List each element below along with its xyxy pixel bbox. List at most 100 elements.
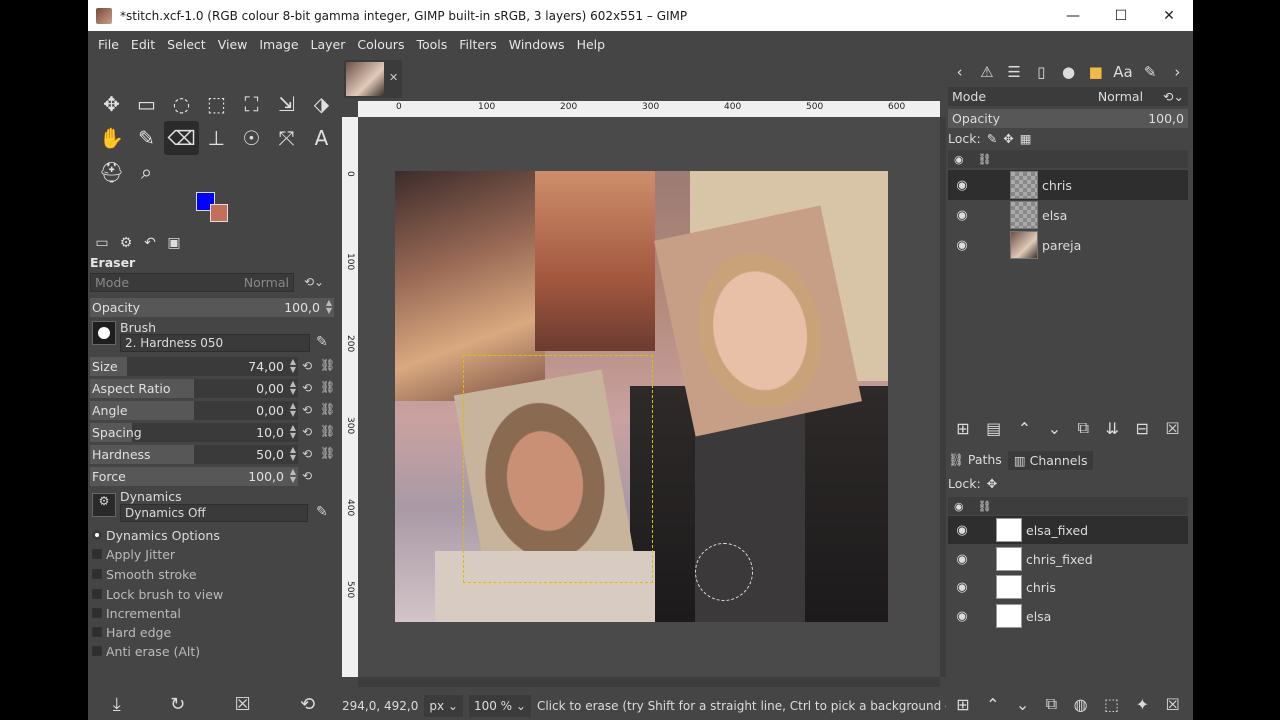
unit-select[interactable]: px ⌄	[424, 694, 463, 717]
menu-edit[interactable]: Edit	[125, 37, 161, 52]
undo-history-tab-icon[interactable]: ↶	[138, 235, 162, 251]
zoom-tool-icon[interactable]: ⌕	[129, 155, 164, 189]
mode-select[interactable]: Mode Normal	[90, 273, 294, 292]
brush-name[interactable]: 2. Hardness 050	[120, 334, 310, 352]
rect-select-tool-icon[interactable]: ▭	[129, 87, 164, 121]
image-tab[interactable]: ✕	[344, 60, 402, 98]
new-group-icon[interactable]: ▤	[986, 419, 1001, 438]
reset-icon[interactable]: ⟲	[302, 403, 312, 417]
chain-link-icon[interactable]: ⛓	[320, 358, 335, 372]
delete-channel-icon[interactable]: ☒	[1165, 695, 1179, 714]
spacing-slider[interactable]: Spacing 10,0 ▲ ▼	[90, 423, 298, 442]
minimize-button[interactable]: —	[1049, 0, 1097, 31]
dynamics-preview-icon[interactable]: ⚙	[92, 493, 116, 517]
delete-layer-icon[interactable]: ☒	[1165, 419, 1179, 438]
tab-scroll-left-icon[interactable]: ‹	[946, 63, 973, 81]
aspect-ratio-slider[interactable]: Aspect Ratio 0,00 ▲ ▼	[90, 379, 298, 398]
eraser-tool-icon[interactable]: ⌫	[164, 121, 199, 155]
smooth-stroke-checkbox[interactable]: Smooth stroke	[92, 565, 322, 583]
warp-transform-tool-icon[interactable]: ⬗	[304, 87, 339, 121]
paint-tab-icon[interactable]: ✎	[1137, 63, 1164, 81]
patterns-tab-icon[interactable]: ■	[1082, 63, 1109, 81]
raise-layer-icon[interactable]: ⌃	[1018, 419, 1031, 438]
selection-to-channel-icon[interactable]: ⬚	[1104, 695, 1119, 714]
move-tool-icon[interactable]: ✥	[94, 87, 129, 121]
eye-icon[interactable]: ◉	[948, 178, 976, 193]
zoom-select[interactable]: 100 % ⌄	[468, 694, 531, 717]
new-channel-icon[interactable]: ⊞	[956, 695, 969, 714]
layer-row[interactable]: ◉ chris	[948, 170, 1188, 200]
horizontal-scrollbar[interactable]	[358, 677, 940, 687]
tab-scroll-right-icon[interactable]: ›	[1164, 63, 1191, 81]
delete-options-icon[interactable]: ☒	[235, 694, 251, 715]
hard-edge-checkbox[interactable]: Hard edge	[92, 623, 322, 641]
spin-arrows-icon[interactable]: ▲ ▼	[290, 446, 296, 462]
menu-windows[interactable]: Windows	[503, 37, 571, 52]
tool-options-tab-icon[interactable]: ⚙	[114, 235, 138, 251]
incremental-checkbox[interactable]: Incremental	[92, 604, 322, 622]
fuzzy-select-tool-icon[interactable]: ⬚	[199, 87, 234, 121]
duplicate-channel-icon[interactable]: ⧉	[1046, 694, 1057, 714]
lock-position-icon[interactable]: ✥	[987, 476, 997, 491]
channel-row[interactable]: ◉ chris	[948, 573, 1188, 601]
opacity-slider[interactable]: Opacity 100,0 ▲ ▼	[90, 298, 334, 317]
spin-arrows-icon[interactable]: ▲ ▼	[290, 380, 296, 396]
menu-layer[interactable]: Layer	[305, 37, 352, 52]
close-image-icon[interactable]: ✕	[389, 71, 398, 84]
background-color-swatch[interactable]	[210, 204, 228, 222]
anti-erase-checkbox[interactable]: Anti erase (Alt)	[92, 642, 322, 660]
brushes-tab-icon[interactable]: ●	[1055, 63, 1082, 81]
clone-tool-icon[interactable]: ⊥	[199, 121, 234, 155]
menu-select[interactable]: Select	[161, 37, 212, 52]
lower-channel-icon[interactable]: ⌄	[1016, 695, 1029, 714]
eye-icon[interactable]: ◉	[948, 523, 976, 538]
layer-row[interactable]: ◉ pareja	[948, 230, 1188, 260]
reset-icon[interactable]: ⟲	[302, 359, 312, 373]
size-slider[interactable]: Size 74,00 ▲ ▼	[90, 357, 298, 376]
menu-view[interactable]: View	[212, 37, 254, 52]
layer-opacity-slider[interactable]: Opacity 100,0	[948, 109, 1188, 128]
lasso-tool-icon[interactable]: ◌	[164, 87, 199, 121]
spin-arrows-icon[interactable]: ▲ ▼	[290, 424, 296, 440]
new-layer-icon[interactable]: ⊞	[956, 419, 969, 438]
paths-tool-icon[interactable]: ⤧	[269, 121, 304, 155]
menu-colours[interactable]: Colours	[351, 37, 410, 52]
crop-tool-icon[interactable]: ⛶	[234, 87, 269, 121]
force-slider[interactable]: Force 100,0 ▲ ▼	[90, 467, 298, 486]
paintbrush-tool-icon[interactable]: ✎	[129, 121, 164, 155]
channel-row[interactable]: ◉ elsa	[948, 602, 1188, 630]
merge-layer-icon[interactable]: ⇊	[1106, 419, 1119, 438]
eye-icon[interactable]: ◉	[948, 580, 976, 595]
spin-arrows-icon[interactable]: ▲ ▼	[290, 468, 296, 484]
bucket-fill-tool-icon[interactable]: ✋	[94, 121, 129, 155]
spin-arrows-icon[interactable]: ▲ ▼	[326, 299, 332, 315]
edit-brush-icon[interactable]: ✎	[316, 334, 328, 350]
hardness-slider[interactable]: Hardness 50,0 ▲ ▼	[90, 445, 298, 464]
channels-tab[interactable]: ▥ Channels	[1007, 450, 1094, 470]
edit-dynamics-icon[interactable]: ✎	[316, 504, 328, 520]
spin-arrows-icon[interactable]: ▲ ▼	[290, 358, 296, 374]
eye-icon[interactable]: ◉	[948, 238, 976, 253]
layer-mask-icon[interactable]: ⊟	[1135, 419, 1148, 438]
menu-file[interactable]: File	[92, 37, 125, 52]
maximize-button[interactable]: ☐	[1097, 0, 1145, 31]
document-tab-icon[interactable]: ▯	[1028, 63, 1055, 81]
reset-icon[interactable]: ⟲	[302, 425, 312, 439]
lock-brush-checkbox[interactable]: Lock brush to view	[92, 585, 322, 603]
save-options-icon[interactable]: ⤓	[113, 694, 121, 715]
fonts-tab-icon[interactable]: Aa	[1109, 63, 1136, 81]
chain-link-icon[interactable]: ⛓	[320, 446, 335, 460]
channel-to-selection-icon[interactable]: ◍	[1074, 695, 1088, 714]
reset-icon[interactable]: ⟲⌄	[1163, 89, 1184, 104]
chain-link-icon[interactable]: ⛓	[320, 380, 335, 394]
spin-arrows-icon[interactable]: ▲ ▼	[290, 402, 296, 418]
paths-tab[interactable]: ⛓ Paths	[948, 452, 1002, 468]
raise-channel-icon[interactable]: ⌃	[986, 695, 999, 714]
close-button[interactable]: ✕	[1145, 0, 1193, 31]
chain-link-icon[interactable]: ⛓	[320, 424, 335, 438]
text-tool-icon[interactable]: A	[304, 121, 339, 155]
apply-jitter-checkbox[interactable]: Apply Jitter	[92, 545, 322, 563]
brush-preview-icon[interactable]	[92, 321, 116, 345]
menu-image[interactable]: Image	[253, 37, 304, 52]
lock-pixels-icon[interactable]: ✎	[987, 131, 997, 146]
